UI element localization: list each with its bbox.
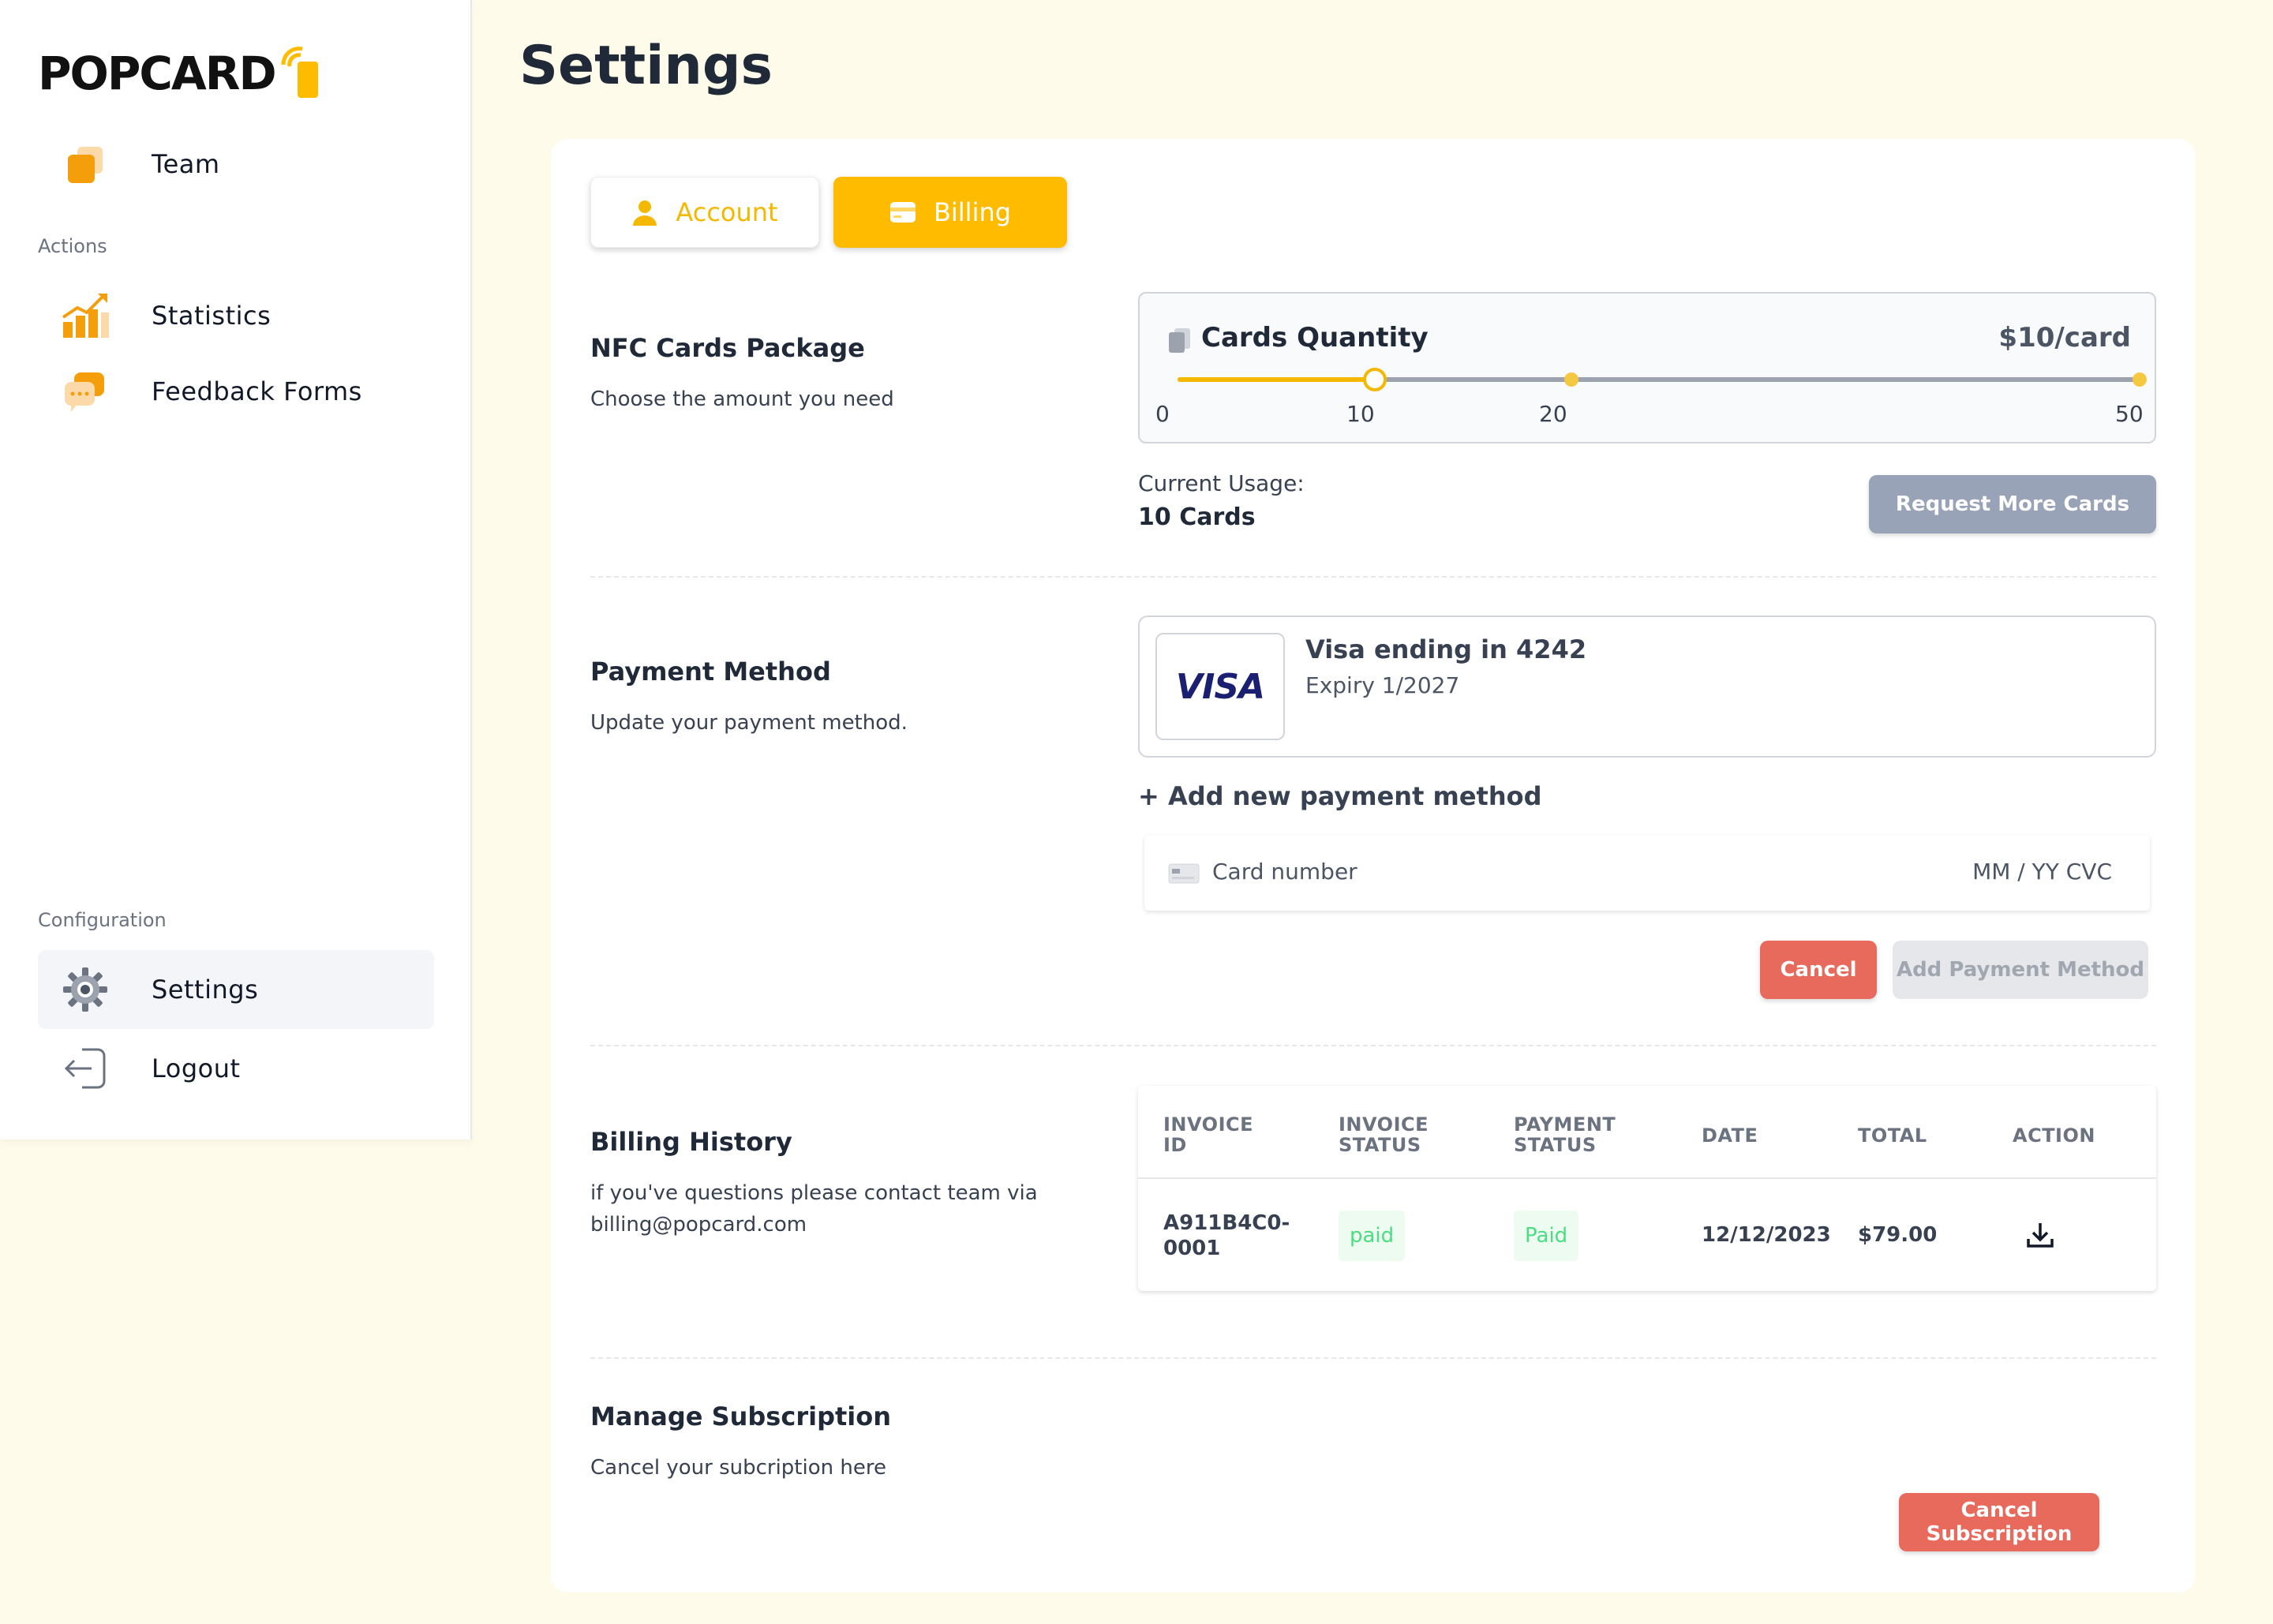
billing-history-table: INVOICE ID INVOICE STATUS PAYMENT STATUS DA…: [1138, 1086, 2156, 1291]
slider-tick-label: 0: [1155, 401, 1170, 427]
current-usage-label: Current Usage:: [1138, 470, 1305, 496]
team-icon: [60, 139, 110, 189]
slider-fill: [1178, 377, 1375, 382]
visa-logo: VISA: [1155, 633, 1285, 740]
sidebar-item-label: Feedback Forms: [152, 376, 362, 406]
section-divider: [590, 1357, 2156, 1359]
payment-status-badge: Paid: [1514, 1211, 1579, 1261]
sidebar-item-statistics[interactable]: Statistics: [38, 276, 434, 355]
invoice-status-badge: paid: [1339, 1211, 1406, 1261]
card-expiry: Expiry 1/2027: [1305, 672, 1460, 698]
cards-quantity-box: Cards Quantity $10/card 0 10 20 50: [1138, 292, 2156, 443]
nfc-section-subtitle: Choose the amount you need: [590, 387, 894, 411]
slider-tick-20: [1564, 372, 1578, 387]
settings-panel: Account Billing NFC Cards Package Choose…: [551, 139, 2196, 1592]
add-payment-method-link[interactable]: + Add new payment method: [1138, 781, 1542, 811]
slider-tick-label: 10: [1346, 401, 1375, 427]
add-payment-method-button[interactable]: Add Payment Method: [1893, 941, 2148, 999]
section-label-actions: Actions: [38, 235, 107, 257]
billing-section-title: Billing History: [590, 1127, 792, 1157]
column-header-action: ACTION: [2013, 1124, 2095, 1147]
slider-tick-label: 20: [1539, 401, 1567, 427]
subscription-section-subtitle: Cancel your subcription here: [590, 1456, 886, 1480]
chat-bubbles-icon: [60, 366, 110, 417]
page-title: Settings: [519, 35, 773, 97]
column-header-date: DATE: [1702, 1124, 1758, 1147]
sidebar-item-label: Statistics: [152, 301, 271, 331]
cards-quantity-slider[interactable]: [1178, 368, 2147, 391]
cancel-subscription-button[interactable]: Cancel Subscription: [1899, 1493, 2099, 1551]
table-header-divider: [1138, 1177, 2156, 1179]
card-number-input[interactable]: Card number MM / YY CVC: [1144, 835, 2150, 911]
logout-icon: [60, 1043, 110, 1094]
tab-label: Billing: [933, 197, 1012, 227]
card-number-placeholder: Card number: [1212, 859, 1357, 885]
price-per-card: $10/card: [1998, 322, 2131, 354]
tab-label: Account: [676, 197, 778, 227]
card-icon: [1168, 863, 1200, 887]
cards-quantity-title: Cards Quantity: [1201, 322, 1429, 354]
gear-icon: [60, 964, 110, 1015]
sidebar-item-label: Team: [152, 149, 220, 179]
download-icon[interactable]: [2025, 1220, 2055, 1253]
billing-section-subtitle: if you've questions please contact team …: [590, 1181, 1038, 1237]
column-header-invoice-status: INVOICE STATUS: [1339, 1113, 1429, 1156]
date-cell: 12/12/2023: [1702, 1223, 1831, 1247]
section-divider: [590, 576, 2156, 578]
current-usage-value: 10 Cards: [1138, 503, 1256, 531]
payment-section-title: Payment Method: [590, 657, 831, 687]
expiry-cvc-placeholder: MM / YY CVC: [1972, 859, 2112, 885]
card-title: Visa ending in 4242: [1305, 634, 1587, 664]
sidebar-item-team[interactable]: Team: [38, 125, 434, 204]
cards-stack-icon: [1166, 327, 1192, 357]
invoice-id-cell: A911B4C0- 0001: [1163, 1211, 1290, 1260]
slider-thumb[interactable]: [1363, 368, 1387, 391]
tab-account[interactable]: Account: [590, 177, 819, 248]
slider-tick-50: [2133, 372, 2147, 387]
sidebar-item-settings[interactable]: Settings: [38, 950, 434, 1029]
request-more-cards-button[interactable]: Request More Cards: [1869, 475, 2156, 533]
cancel-button[interactable]: Cancel: [1760, 941, 1877, 999]
sidebar-item-label: Logout: [152, 1053, 241, 1083]
tab-billing[interactable]: Billing: [833, 177, 1067, 248]
user-icon: [631, 199, 658, 226]
nfc-section-title: NFC Cards Package: [590, 333, 865, 363]
subscription-section-title: Manage Subscription: [590, 1401, 891, 1431]
total-cell: $79.00: [1858, 1223, 1938, 1247]
logo-text: POPCARD: [38, 47, 277, 100]
column-header-total: TOTAL: [1858, 1124, 1927, 1147]
sidebar-item-label: Settings: [152, 975, 259, 1005]
column-header-invoice-id: INVOICE ID: [1163, 1113, 1254, 1156]
popcard-logo[interactable]: POPCARD: [38, 46, 323, 101]
slider-tick-label: 50: [2115, 401, 2144, 427]
saved-card[interactable]: VISA Visa ending in 4242 Expiry 1/2027: [1138, 616, 2156, 758]
column-header-payment-status: PAYMENT STATUS: [1514, 1113, 1616, 1156]
sidebar: POPCARD Team Actions Statistics Feedback…: [0, 0, 472, 1139]
section-divider: [590, 1045, 2156, 1046]
bar-chart-icon: [60, 290, 110, 341]
payment-section-subtitle: Update your payment method.: [590, 711, 908, 735]
nfc-logo-icon: [279, 46, 323, 101]
sidebar-item-feedback-forms[interactable]: Feedback Forms: [38, 352, 434, 431]
section-label-configuration: Configuration: [38, 909, 167, 931]
sidebar-item-logout[interactable]: Logout: [38, 1029, 434, 1108]
credit-card-icon: [889, 200, 916, 224]
